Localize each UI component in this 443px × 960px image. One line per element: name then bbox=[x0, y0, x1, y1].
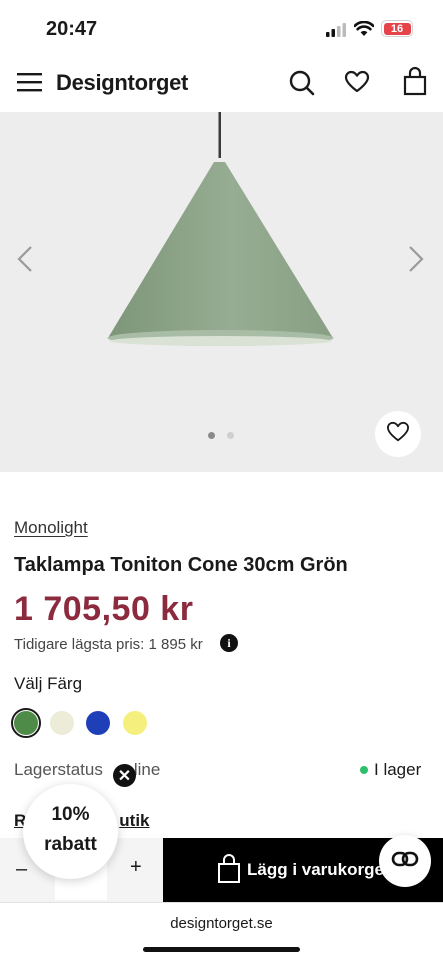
discount-percent: 10% bbox=[51, 804, 90, 825]
product-price: 1 705,50 kr bbox=[14, 590, 194, 628]
wifi-icon bbox=[353, 20, 375, 42]
chevron-right-icon[interactable] bbox=[405, 244, 427, 279]
add-to-cart-label: Lägg i varukorge bbox=[247, 860, 384, 879]
chat-button[interactable] bbox=[379, 835, 431, 887]
stock-status-text: I lager bbox=[374, 760, 422, 779]
store-link-end[interactable]: utik bbox=[119, 811, 149, 830]
color-swatch-cream[interactable] bbox=[50, 711, 74, 735]
gallery-dot[interactable] bbox=[227, 432, 234, 439]
product-brand-link[interactable]: Monolight bbox=[14, 518, 88, 538]
battery-icon: 16 bbox=[381, 20, 413, 37]
color-swatch-yellow[interactable] bbox=[123, 711, 147, 735]
shopping-bag-icon bbox=[217, 853, 241, 890]
quantity-increase-button[interactable]: + bbox=[130, 856, 142, 879]
brand-logo[interactable]: Designtorget bbox=[56, 70, 188, 96]
color-selector-label: Välj Färg bbox=[14, 674, 83, 693]
browser-address-bar[interactable]: designtorget.se bbox=[0, 902, 443, 960]
product-image bbox=[107, 112, 334, 346]
search-icon[interactable] bbox=[288, 69, 316, 102]
menu-icon[interactable] bbox=[17, 71, 42, 98]
previous-lowest-price: Tidigare lägsta pris: 1 895 kr bbox=[14, 636, 203, 653]
heart-icon bbox=[386, 421, 410, 448]
discount-label: rabatt bbox=[44, 834, 97, 855]
stock-online-label: line bbox=[133, 760, 161, 779]
product-title: Taklampa Toniton Cone 30cm Grön bbox=[14, 554, 348, 576]
chat-icon bbox=[391, 851, 419, 872]
color-swatch-green[interactable] bbox=[14, 711, 38, 735]
chevron-left-icon[interactable] bbox=[14, 244, 36, 279]
gallery-dot-active[interactable] bbox=[208, 432, 215, 439]
discount-badge[interactable]: 10% rabatt bbox=[23, 784, 118, 879]
product-image-gallery[interactable] bbox=[0, 112, 443, 472]
browser-url[interactable]: designtorget.se bbox=[0, 915, 443, 932]
signal-icon bbox=[326, 23, 348, 42]
home-indicator bbox=[143, 947, 300, 952]
stock-status-label: Lagerstatus line bbox=[14, 760, 160, 780]
heart-icon[interactable] bbox=[344, 70, 370, 99]
stock-label: Lagerstatus bbox=[14, 760, 103, 779]
close-icon[interactable]: ✕ bbox=[113, 764, 136, 787]
battery-level: 16 bbox=[383, 22, 411, 35]
quantity-decrease-button[interactable]: – bbox=[16, 858, 27, 881]
status-bar: 20:47 16 bbox=[0, 0, 443, 56]
favorite-button[interactable] bbox=[375, 411, 421, 457]
info-icon[interactable]: i bbox=[220, 634, 238, 652]
status-time: 20:47 bbox=[46, 18, 98, 40]
in-stock-dot bbox=[360, 766, 368, 774]
stock-status: I lager bbox=[360, 760, 421, 780]
color-swatch-blue[interactable] bbox=[86, 711, 110, 735]
top-navigation: Designtorget bbox=[0, 56, 443, 112]
shopping-bag-icon[interactable] bbox=[403, 66, 427, 102]
